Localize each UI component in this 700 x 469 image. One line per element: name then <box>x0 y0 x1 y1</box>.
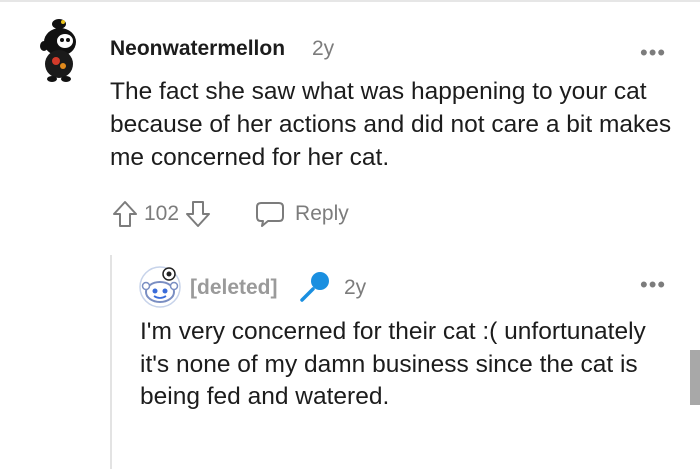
reply-more-options-icon[interactable]: ••• <box>640 272 666 298</box>
speech-bubble-icon <box>256 202 285 227</box>
snoo-avatar <box>139 266 181 308</box>
comment-author[interactable]: Neonwatermellon <box>110 37 285 61</box>
upvote-arrow-icon <box>113 201 137 227</box>
comment-actions: 102 Reply <box>110 198 349 230</box>
thread-line[interactable] <box>110 255 112 469</box>
reply-timestamp: 2y <box>344 276 367 299</box>
upvote-button[interactable] <box>110 198 140 230</box>
downvote-button[interactable] <box>183 198 213 230</box>
reply-body: I'm very concerned for their cat :( unfo… <box>140 318 646 410</box>
comment-body: The fact she saw what was happening to y… <box>110 78 672 171</box>
comment-timestamp: 2y <box>312 37 335 60</box>
user-avatar[interactable] <box>32 16 88 84</box>
downvote-arrow-icon <box>186 201 211 227</box>
scrollbar-thumb[interactable] <box>690 350 700 405</box>
vote-score: 102 <box>144 202 180 225</box>
top-divider <box>0 0 700 2</box>
reply-author: [deleted] <box>190 276 278 299</box>
more-options-icon[interactable]: ••• <box>640 40 666 66</box>
reply-button[interactable]: Reply <box>255 200 349 228</box>
microphone-icon <box>300 272 329 302</box>
reply-label: Reply <box>295 202 349 225</box>
